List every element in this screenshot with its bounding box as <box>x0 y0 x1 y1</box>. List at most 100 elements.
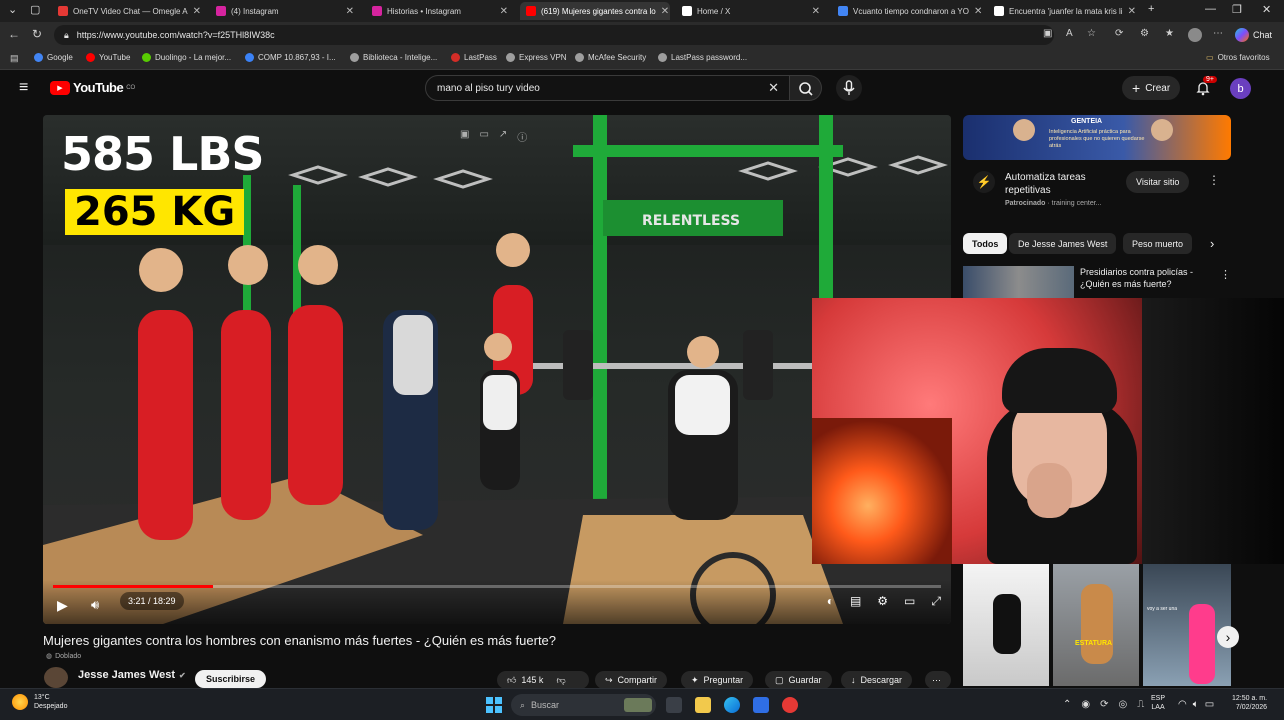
back-icon[interactable]: ← <box>8 27 20 41</box>
filter-chip[interactable]: Todos <box>963 233 1008 254</box>
close-tab-icon[interactable]: ✕ <box>193 6 201 17</box>
maximize-icon[interactable]: ❐ <box>1232 3 1242 16</box>
browser-tab[interactable]: (619) Mujeres gigantes contra lo ✕ <box>520 2 670 20</box>
play-icon[interactable]: ▶ <box>57 597 68 614</box>
cast-icon[interactable]: ▭ <box>479 129 488 144</box>
bookmark-item[interactable]: Biblioteca - Intelige... <box>350 53 437 62</box>
notifications-button[interactable]: 9+ <box>1195 76 1217 99</box>
info-icon[interactable]: ⓘ <box>517 129 527 144</box>
close-window-icon[interactable]: ✕ <box>1262 3 1271 16</box>
related-video-item[interactable]: Presidiarios contra policías - ¿Quién es… <box>963 266 1231 298</box>
shorts-next-button[interactable]: › <box>1217 626 1239 648</box>
tray-chrome-icon[interactable]: ◎ <box>1119 699 1128 710</box>
extensions-icon[interactable]: ⚙ <box>1140 28 1149 39</box>
ad-card[interactable]: GENTEIA Inteligencia Artificial práctica… <box>963 115 1231 222</box>
voice-search-button[interactable] <box>836 75 862 101</box>
autoplay-toggle-icon[interactable]: ◐ <box>827 594 834 609</box>
read-aloud-icon[interactable]: A <box>1066 28 1073 39</box>
windows-start-icon[interactable] <box>486 697 502 713</box>
filter-chip[interactable]: De Jesse James West <box>1009 233 1117 254</box>
dislike-icon[interactable]: 👎︎ <box>556 675 565 686</box>
miniplayer-icon[interactable]: ▣ <box>460 129 469 144</box>
browser-tab[interactable]: (4) Instagram ✕ <box>210 2 360 20</box>
input-language[interactable]: ESP LAA <box>1151 694 1165 712</box>
miniplayer-toggle-icon[interactable]: ▭ <box>904 594 915 609</box>
create-button[interactable]: + Crear <box>1122 76 1181 100</box>
taskbar-search[interactable]: ⌕ Buscar <box>511 694 656 716</box>
subtitles-icon[interactable]: ▤ <box>850 594 861 609</box>
subscribe-button[interactable]: Suscribirse <box>195 670 267 688</box>
weather-widget[interactable]: 13°C Despejado <box>12 693 67 711</box>
clear-search-icon[interactable]: ✕ <box>768 80 779 96</box>
search-button[interactable] <box>790 75 822 101</box>
tab-actions-icon[interactable]: ⌄ <box>8 3 17 16</box>
tray-app-icon[interactable]: ◉ <box>1081 699 1090 710</box>
more-actions-button[interactable]: ⋯ <box>925 671 951 689</box>
browser-tab[interactable]: Encuentra 'juanfer la mata kris li ✕ <box>988 2 1138 20</box>
channel-avatar[interactable] <box>44 667 68 688</box>
browser-tab[interactable]: Historias • Instagram ✕ <box>366 2 514 20</box>
bookmark-item[interactable]: Express VPN <box>506 53 567 62</box>
minimize-icon[interactable]: — <box>1205 3 1216 15</box>
search-input[interactable]: mano al piso tury video ✕ <box>425 75 790 101</box>
bookmark-item[interactable]: YouTube <box>86 53 130 62</box>
related-more-icon[interactable]: ⋮ <box>1220 268 1231 281</box>
bookmark-item[interactable]: COMP 10.867,93 - I... <box>245 53 336 62</box>
short-thumbnail-3[interactable]: voy a ser una <box>1143 564 1231 686</box>
edge-browser-icon[interactable] <box>724 697 740 713</box>
settings-gear-icon[interactable]: ⚙ <box>877 594 888 609</box>
chips-next-icon[interactable]: › <box>1210 236 1214 251</box>
app-icon[interactable] <box>782 697 798 713</box>
download-button[interactable]: ↓ Descargar <box>841 671 913 689</box>
account-avatar[interactable]: b <box>1230 78 1251 99</box>
short-thumbnail-2[interactable]: ESTATURA <box>1053 564 1139 686</box>
volume-icon[interactable]: 🔊︎ <box>91 597 99 613</box>
other-favorites[interactable]: ▭ Otros favoritos <box>1206 53 1270 62</box>
refresh-extension-icon[interactable]: ⟳ <box>1115 28 1123 39</box>
refresh-icon[interactable]: ↻ <box>32 27 42 41</box>
close-tab-icon[interactable]: ✕ <box>346 6 354 17</box>
bookmark-item[interactable]: Google <box>34 53 73 62</box>
close-tab-icon[interactable]: ✕ <box>500 6 508 17</box>
favorite-star-icon[interactable]: ☆ <box>1087 28 1096 39</box>
close-tab-icon[interactable]: ✕ <box>812 6 820 17</box>
like-icon[interactable]: 👍︎ <box>507 675 516 686</box>
more-menu-icon[interactable]: ⋯ <box>1213 28 1223 39</box>
workspaces-icon[interactable]: ▢ <box>30 3 40 16</box>
task-view-icon[interactable] <box>666 697 682 713</box>
ask-button[interactable]: ✦ Preguntar <box>681 671 754 689</box>
store-icon[interactable] <box>753 697 769 713</box>
new-tab-icon[interactable]: + <box>1148 3 1154 15</box>
youtube-logo[interactable]: ▶ YouTube CO <box>50 80 135 95</box>
quick-settings[interactable]: ◠ 🔈︎ ▭ <box>1178 699 1214 710</box>
browser-tab[interactable]: Vcuanto tiempo condnaron a YO ✕ <box>832 2 982 20</box>
split-screen-icon[interactable]: ▣ <box>1043 28 1052 39</box>
bookmark-item[interactable]: LastPass <box>451 53 497 62</box>
profile-avatar[interactable] <box>1188 28 1202 42</box>
share-icon[interactable]: ↗ <box>499 129 507 144</box>
bookmark-import-icon[interactable]: ▤ <box>10 53 19 64</box>
tray-chevron-icon[interactable]: ⌃ <box>1063 699 1071 710</box>
url-field[interactable]: 🔒︎ https://www.youtube.com/watch?v=f25TH… <box>54 25 1054 45</box>
close-tab-icon[interactable]: ✕ <box>974 6 982 17</box>
save-button[interactable]: ▢ Guardar <box>765 671 832 689</box>
bookmark-item[interactable]: LastPass password... <box>658 53 747 62</box>
clock[interactable]: 12:50 a. m. 7/02/2026 <box>1232 694 1267 712</box>
hamburger-menu-icon[interactable]: ≡ <box>19 79 28 97</box>
channel-name-row[interactable]: Jesse James West ✔ <box>78 669 186 681</box>
favorites-icon[interactable]: ★ <box>1165 28 1174 39</box>
close-tab-icon[interactable]: ✕ <box>1128 6 1136 17</box>
close-tab-icon[interactable]: ✕ <box>661 6 669 17</box>
progress-bar[interactable] <box>53 585 941 588</box>
bookmark-item[interactable]: McAfee Security <box>575 53 646 62</box>
short-thumbnail-1[interactable] <box>963 564 1049 686</box>
tray-usb-icon[interactable]: ⎍ <box>1137 699 1144 710</box>
fullscreen-icon[interactable]: ⤢ <box>931 594 941 609</box>
file-explorer-icon[interactable] <box>695 697 711 713</box>
browser-tab[interactable]: Home / X ✕ <box>676 2 826 20</box>
ad-visit-site-button[interactable]: Visitar sitio <box>1126 171 1190 193</box>
share-button[interactable]: ↪ Compartir <box>595 671 668 689</box>
copilot-chat-button[interactable]: Chat <box>1235 26 1272 44</box>
filter-chip[interactable]: Peso muerto <box>1123 233 1193 254</box>
bookmark-item[interactable]: Duolingo - La mejor... <box>142 53 231 62</box>
